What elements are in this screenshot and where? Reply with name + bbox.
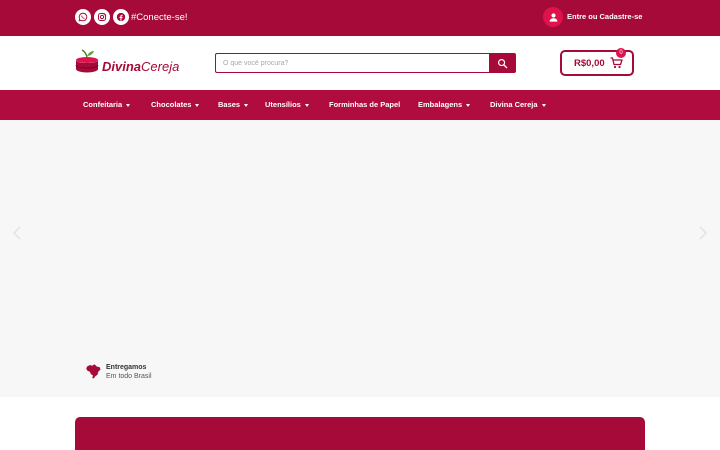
- nav-item-chocolates[interactable]: Chocolates: [151, 100, 200, 110]
- user-icon: [549, 12, 557, 22]
- nav-item-bases[interactable]: Bases: [218, 100, 249, 110]
- caret-down-icon: [466, 103, 471, 107]
- nav-label: Divina Cereja: [490, 100, 538, 109]
- nav-item-forminhas[interactable]: Forminhas de Papel: [329, 100, 400, 110]
- cart-total: R$0,00: [574, 58, 605, 69]
- instagram-icon: [97, 12, 107, 22]
- nav-item-utensilios[interactable]: Utensílios: [265, 100, 309, 110]
- search-input[interactable]: [215, 53, 490, 73]
- caret-down-icon: [195, 103, 200, 107]
- nav-label: Confeitaria: [83, 100, 123, 109]
- slider-next-arrow-icon[interactable]: [697, 225, 709, 241]
- nav-item-confeitaria[interactable]: Confeitaria: [83, 100, 131, 110]
- cake-logo-icon: [75, 49, 99, 73]
- cart-icon: [610, 57, 623, 69]
- logo-part-divina: Divina: [102, 59, 142, 74]
- login-link[interactable]: Entre ou Cadastre-se: [567, 11, 642, 23]
- caret-down-icon: [541, 103, 546, 107]
- logo-wordmark: DivinaCereja: [102, 59, 179, 75]
- logo-part-cereja: Cereja: [141, 59, 180, 74]
- whatsapp-link[interactable]: [75, 9, 91, 25]
- tagline-text: #Conecte-se!: [131, 12, 188, 23]
- whatsapp-icon: [78, 12, 88, 22]
- caret-down-icon: [244, 103, 249, 107]
- nav-item-divina-cereja[interactable]: Divina Cereja: [490, 100, 546, 110]
- caret-down-icon: [304, 103, 309, 107]
- cart-count-badge: 0: [616, 48, 626, 58]
- main-nav: Confeitaria Chocolates Bases Utensílios …: [0, 90, 720, 120]
- highlights-banner: [75, 417, 645, 450]
- delivery-title: Entregamos: [106, 364, 147, 371]
- cart-button[interactable]: R$0,00 0: [560, 48, 634, 76]
- caret-down-icon: [126, 103, 131, 107]
- nav-label: Utensílios: [265, 100, 301, 109]
- slider-prev-arrow-icon[interactable]: [11, 225, 23, 241]
- delivery-subtitle: Em todo Brasil: [106, 373, 152, 380]
- nav-label: Bases: [218, 100, 241, 109]
- nav-label: Embalagens: [418, 100, 463, 109]
- hero-slider[interactable]: Entregamos Em todo Brasil: [0, 120, 720, 397]
- instagram-link[interactable]: [94, 9, 110, 25]
- search-button[interactable]: [489, 53, 516, 73]
- facebook-link[interactable]: [113, 9, 129, 25]
- main-header: DivinaCereja R$0,00 0: [0, 36, 720, 90]
- nav-label: Chocolates: [151, 100, 192, 109]
- user-avatar-button[interactable]: [543, 7, 563, 27]
- top-bar: #Conecte-se! Entre ou Cadastre-se: [0, 0, 720, 36]
- facebook-icon: [116, 12, 126, 22]
- brazil-map-icon: [86, 364, 101, 379]
- search-icon: [498, 58, 508, 68]
- nav-item-embalagens[interactable]: Embalagens: [418, 100, 471, 110]
- nav-label: Forminhas de Papel: [329, 100, 401, 109]
